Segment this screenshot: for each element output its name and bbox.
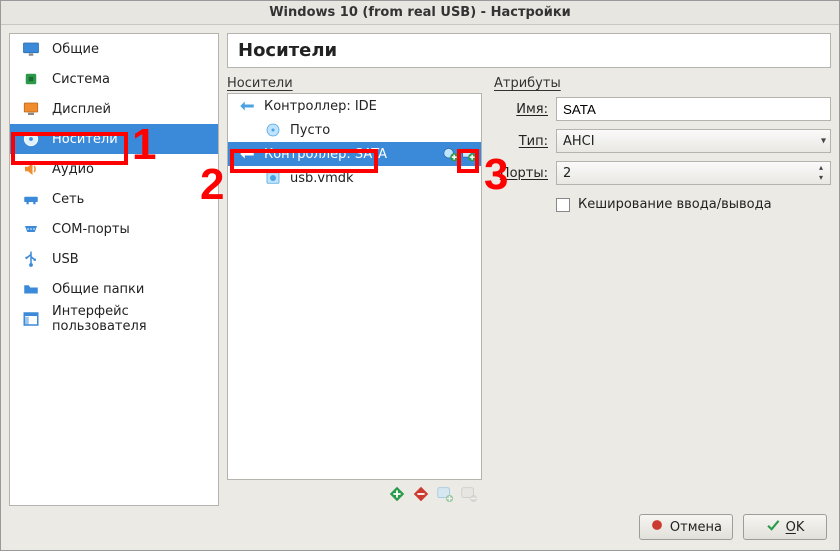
controller-icon [236, 97, 258, 115]
storage-group-label: Носители [227, 74, 482, 93]
page-title: Носители [238, 40, 820, 61]
storage-tree[interactable]: Контроллер: IDE Пусто Контроллер: SATA [227, 93, 482, 480]
sidebar-item-label: Носители [52, 132, 208, 147]
layout-icon [20, 310, 42, 328]
page-header: Носители [227, 33, 831, 68]
ports-value: 2 [563, 166, 571, 181]
remove-controller-icon[interactable] [412, 485, 430, 503]
name-input[interactable] [556, 97, 831, 121]
sidebar-item-general[interactable]: Общие [10, 34, 218, 64]
row-name: Имя: [494, 97, 831, 121]
sidebar-item-ui[interactable]: Интерфейс пользователя [10, 304, 218, 334]
sidebar-item-label: Система [52, 72, 208, 87]
add-optical-icon[interactable] [443, 146, 459, 162]
panels: Общие Система Дисплей Носители Аудио [9, 33, 831, 506]
chip-icon [20, 70, 42, 88]
sidebar-item-audio[interactable]: Аудио [10, 154, 218, 184]
settings-window: Windows 10 (from real USB) - Настройки О… [0, 0, 840, 551]
serial-icon [20, 220, 42, 238]
sidebar-item-label: USB [52, 252, 208, 267]
sidebar-item-shared-folders[interactable]: Общие папки [10, 274, 218, 304]
display-icon [20, 100, 42, 118]
controller-label: Контроллер: SATA [264, 147, 437, 162]
ports-label: Порты: [494, 166, 548, 181]
usb-icon [20, 250, 42, 268]
sidebar-item-system[interactable]: Система [10, 64, 218, 94]
disk-label: usb.vmdk [290, 171, 477, 186]
cancel-icon [650, 518, 664, 536]
attributes-column: Атрибуты Имя: Тип: AHCI ▾ [494, 74, 831, 506]
add-attachment-icon[interactable] [436, 485, 454, 503]
speaker-icon [20, 160, 42, 178]
remove-attachment-icon[interactable] [460, 485, 478, 503]
sidebar-item-display[interactable]: Дисплей [10, 94, 218, 124]
sidebar-item-label: Дисплей [52, 102, 208, 117]
optical-disc-icon [262, 121, 284, 139]
sidebar-item-storage[interactable]: Носители [10, 124, 218, 154]
dialog-buttons: Отмена OK [9, 512, 831, 542]
ports-spin[interactable]: 2 ▴▾ [556, 161, 831, 185]
chevron-down-icon: ▾ [821, 136, 826, 147]
sata-disk-0[interactable]: usb.vmdk [228, 166, 481, 190]
name-label: Имя: [494, 102, 548, 117]
storage-tree-column: Носители Контроллер: IDE Пусто [227, 74, 482, 506]
ok-icon [766, 518, 780, 536]
sidebar-item-label: Сеть [52, 192, 208, 207]
main-panel: Носители Носители Контроллер: IDE [227, 33, 831, 506]
type-combo[interactable]: AHCI ▾ [556, 129, 831, 153]
add-harddisk-icon[interactable] [461, 146, 477, 162]
controller-row-actions [443, 146, 477, 162]
sidebar-item-label: Общие [52, 42, 208, 57]
sidebar-item-label: COM-порты [52, 222, 208, 237]
add-controller-icon[interactable] [388, 485, 406, 503]
controller-label: Контроллер: IDE [264, 99, 477, 114]
ok-button[interactable]: OK [743, 514, 827, 540]
controller-ide[interactable]: Контроллер: IDE [228, 94, 481, 118]
row-type: Тип: AHCI ▾ [494, 129, 831, 153]
sidebar-item-network[interactable]: Сеть [10, 184, 218, 214]
window-body: Общие Система Дисплей Носители Аудио [1, 25, 839, 550]
type-label: Тип: [494, 134, 548, 149]
row-cache: Кеширование ввода/вывода [556, 197, 831, 212]
type-value: AHCI [563, 134, 595, 149]
slot-label: Пусто [290, 123, 477, 138]
sidebar-item-serial[interactable]: COM-порты [10, 214, 218, 244]
cache-checkbox[interactable] [556, 198, 570, 212]
sidebar: Общие Система Дисплей Носители Аудио [9, 33, 219, 506]
cache-label: Кеширование ввода/вывода [578, 197, 772, 212]
storage-tree-toolbar [227, 480, 482, 506]
network-icon [20, 190, 42, 208]
harddisk-icon [262, 169, 284, 187]
monitor-icon [20, 40, 42, 58]
folder-icon [20, 280, 42, 298]
sidebar-item-label: Интерфейс пользователя [52, 304, 208, 334]
sidebar-item-label: Общие папки [52, 282, 208, 297]
sidebar-item-label: Аудио [52, 162, 208, 177]
controller-icon [236, 145, 258, 163]
columns: Носители Контроллер: IDE Пусто [227, 74, 831, 506]
controller-sata[interactable]: Контроллер: SATA [228, 142, 481, 166]
window-title: Windows 10 (from real USB) - Настройки [1, 1, 839, 25]
row-ports: Порты: 2 ▴▾ [494, 161, 831, 185]
cancel-label: Отмена [670, 520, 722, 535]
sidebar-item-usb[interactable]: USB [10, 244, 218, 274]
ok-label: OK [786, 520, 805, 535]
disc-icon [20, 130, 42, 148]
ide-empty-slot[interactable]: Пусто [228, 118, 481, 142]
attributes-group-label: Атрибуты [494, 74, 831, 93]
cancel-button[interactable]: Отмена [639, 514, 733, 540]
spin-buttons[interactable]: ▴▾ [814, 163, 828, 183]
